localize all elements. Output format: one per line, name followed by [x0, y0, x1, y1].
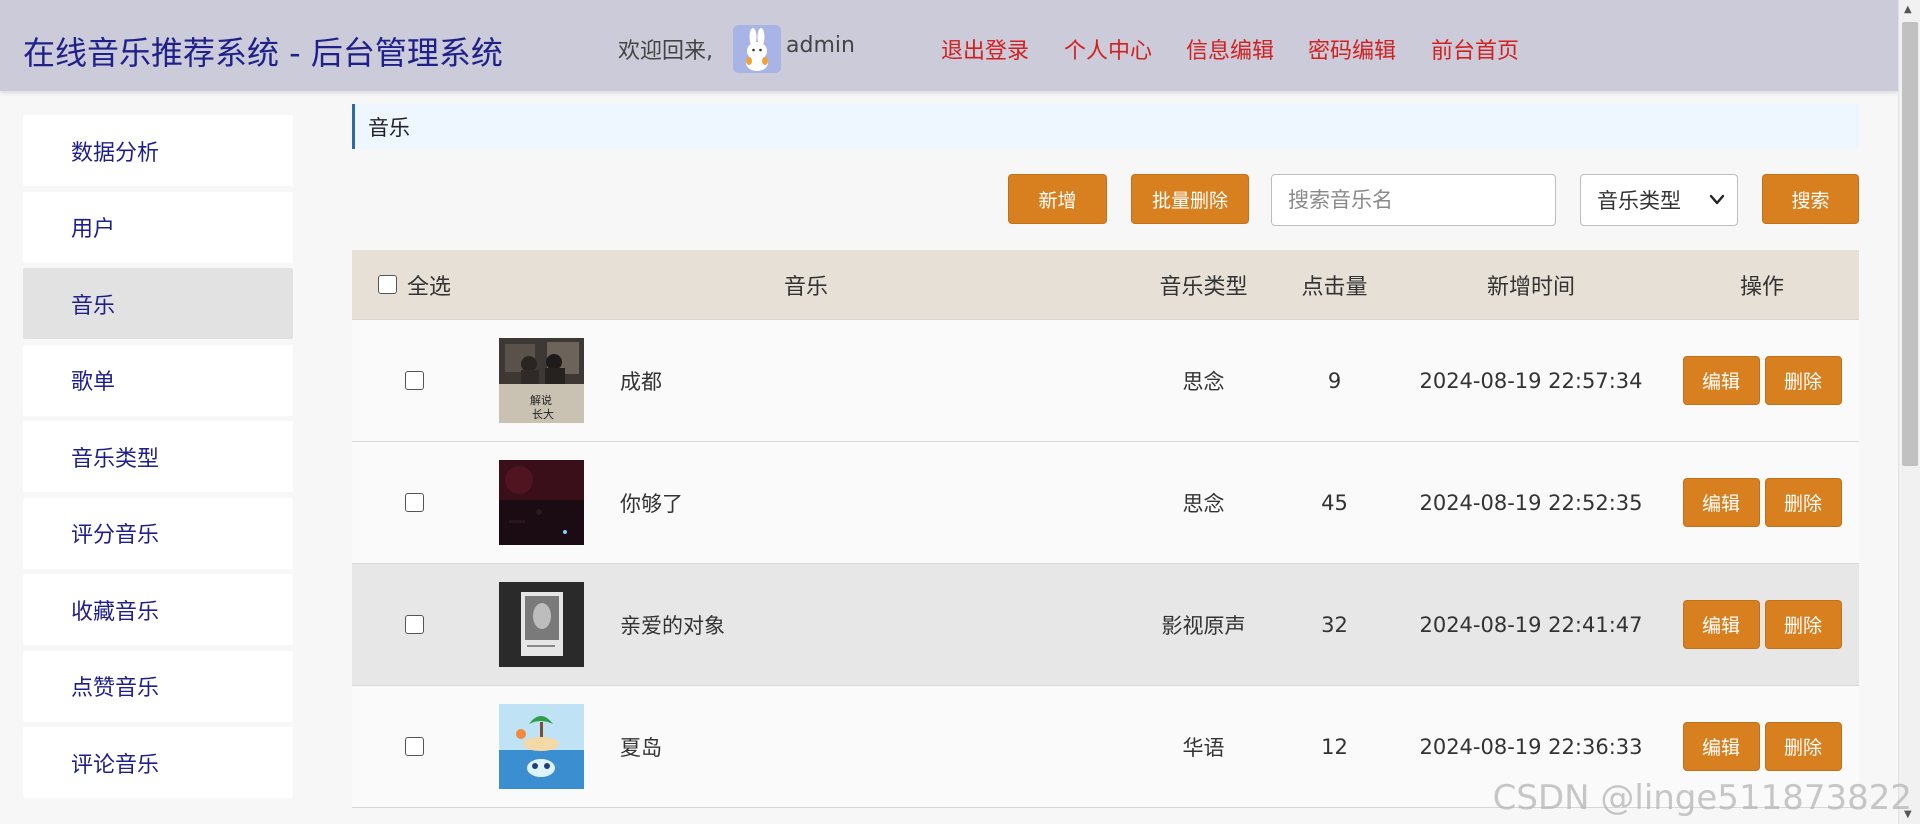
search-input[interactable]: [1271, 174, 1556, 226]
table-row: 亲爱的对象 影视原声 32 2024-08-19 22:41:47 编辑 删除: [352, 564, 1859, 686]
frontend-home-link[interactable]: 前台首页: [1431, 33, 1519, 65]
watermark: CSDN @linge511873822: [1492, 778, 1912, 818]
created-time: 2024-08-19 22:41:47: [1419, 612, 1643, 637]
sidebar-item-users[interactable]: 用户: [23, 191, 293, 263]
page-scrollbar[interactable]: ▲ ▼: [1898, 0, 1920, 824]
sidebar-item-favorite-music[interactable]: 收藏音乐: [23, 574, 293, 645]
music-type: 影视原声: [1161, 613, 1246, 638]
click-count: 12: [1321, 734, 1348, 759]
music-type-select-label: 音乐类型: [1597, 189, 1681, 213]
logout-link[interactable]: 退出登录: [941, 33, 1029, 65]
svg-text:解说: 解说: [530, 393, 552, 407]
header-type: 音乐类型: [1159, 274, 1248, 300]
header-clicks: 点击量: [1301, 274, 1368, 300]
site-title: 在线音乐推荐系统 - 后台管理系统: [23, 34, 503, 72]
music-type: 思念: [1182, 491, 1225, 516]
click-count: 9: [1327, 368, 1342, 393]
row-checkbox[interactable]: [405, 737, 424, 756]
album-cover-image: [499, 460, 584, 545]
add-button[interactable]: 新增: [1008, 174, 1107, 224]
password-edit-link[interactable]: 密码编辑: [1308, 33, 1396, 65]
created-time: 2024-08-19 22:57:34: [1419, 368, 1643, 393]
sidebar-item-music[interactable]: 音乐: [23, 268, 293, 339]
select-all-cell: 全选: [352, 269, 477, 301]
rabbit-avatar-icon: [733, 25, 781, 73]
row-checkbox[interactable]: [405, 493, 424, 512]
profile-link[interactable]: 个人中心: [1064, 33, 1152, 65]
table-row: 你够了 思念 45 2024-08-19 22:52:35 编辑 删除: [352, 442, 1859, 564]
music-type-select[interactable]: 音乐类型: [1580, 174, 1738, 226]
edit-button[interactable]: 编辑: [1682, 478, 1760, 527]
edit-button[interactable]: 编辑: [1682, 722, 1760, 771]
sidebar-item-commented-music[interactable]: 评论音乐: [23, 727, 293, 798]
scroll-up-arrow-icon[interactable]: ▲: [1904, 4, 1912, 15]
row-checkbox[interactable]: [405, 371, 424, 390]
svg-text:长大: 长大: [532, 407, 554, 421]
sidebar: 数据分析 用户 音乐 歌单 音乐类型 评分音乐 收藏音乐 点赞音乐 评论音乐: [23, 115, 293, 804]
sidebar-item-rated-music[interactable]: 评分音乐: [23, 497, 293, 569]
table-header: 全选 音乐 音乐类型 点击量 新增时间 操作: [352, 250, 1859, 320]
top-header: 在线音乐推荐系统 - 后台管理系统 欢迎回来, admin 退出登录 个人中心 …: [0, 0, 1898, 91]
chevron-down-icon: [1709, 187, 1725, 218]
sidebar-item-playlists[interactable]: 歌单: [23, 344, 293, 416]
breadcrumb: 音乐: [352, 104, 1859, 149]
music-name: 亲爱的对象: [620, 613, 725, 638]
music-table: 全选 音乐 音乐类型 点击量 新增时间 操作 解说 长大 成都 思念 9 202…: [352, 250, 1859, 808]
click-count: 32: [1321, 612, 1348, 637]
username: admin: [786, 33, 855, 58]
music-name: 成都: [620, 369, 662, 394]
avatar[interactable]: [733, 25, 781, 73]
album-cover-image: [499, 704, 584, 789]
select-all-label: 全选: [407, 274, 452, 300]
header-ops: 操作: [1739, 274, 1784, 300]
header-music: 音乐: [783, 274, 828, 300]
scroll-thumb[interactable]: [1902, 22, 1918, 466]
sidebar-item-liked-music[interactable]: 点赞音乐: [23, 650, 293, 722]
toolbar: 新增 批量删除 音乐类型 搜索: [352, 174, 1859, 226]
delete-button[interactable]: 删除: [1764, 722, 1842, 771]
select-all-checkbox[interactable]: [378, 275, 397, 294]
music-name: 你够了: [620, 491, 683, 516]
main-content: 音乐 新增 批量删除 音乐类型 搜索 全选 音乐 音乐类型 点击量 新增时间 操…: [352, 104, 1859, 808]
table-row: 解说 长大 成都 思念 9 2024-08-19 22:57:34 编辑 删除: [352, 320, 1859, 442]
edit-button[interactable]: 编辑: [1682, 356, 1760, 405]
delete-button[interactable]: 删除: [1764, 356, 1842, 405]
info-edit-link[interactable]: 信息编辑: [1186, 33, 1274, 65]
delete-button[interactable]: 删除: [1764, 600, 1842, 649]
sidebar-item-music-types[interactable]: 音乐类型: [23, 421, 293, 492]
music-name: 夏岛: [620, 735, 662, 760]
batch-delete-button[interactable]: 批量删除: [1131, 174, 1249, 224]
album-cover-image: 解说 长大: [499, 338, 584, 423]
header-time: 新增时间: [1486, 274, 1575, 300]
album-cover-image: [499, 582, 584, 667]
music-type: 华语: [1182, 735, 1225, 760]
edit-button[interactable]: 编辑: [1682, 600, 1760, 649]
sidebar-item-data-analysis[interactable]: 数据分析: [23, 115, 293, 186]
created-time: 2024-08-19 22:52:35: [1419, 490, 1643, 515]
created-time: 2024-08-19 22:36:33: [1419, 734, 1643, 759]
welcome-text: 欢迎回来,: [618, 39, 713, 64]
music-type: 思念: [1182, 369, 1225, 394]
delete-button[interactable]: 删除: [1764, 478, 1842, 527]
click-count: 45: [1321, 490, 1348, 515]
search-button[interactable]: 搜索: [1762, 174, 1859, 224]
row-checkbox[interactable]: [405, 615, 424, 634]
